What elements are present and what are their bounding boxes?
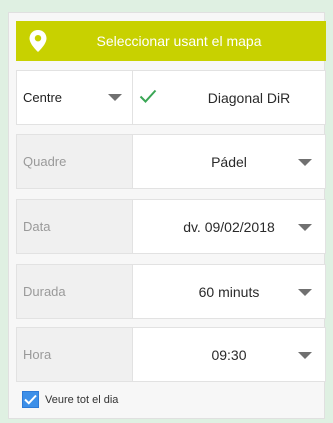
select-on-map-label: Seleccionar usant el mapa [96,33,262,49]
duration-row: Durada 60 minuts [16,264,326,319]
chevron-down-icon [298,224,312,231]
time-value: 09:30 [211,346,247,363]
show-all-day-checkbox[interactable] [22,391,39,408]
chevron-down-icon [108,94,122,101]
duration-dropdown[interactable]: 60 minuts [133,264,326,319]
court-value: Pádel [211,153,247,170]
chevron-down-icon [298,159,312,166]
date-dropdown[interactable]: dv. 09/02/2018 [133,199,326,254]
court-row: Quadre Pádel [16,134,326,189]
time-label: Hora [16,327,133,382]
chevron-down-icon [298,352,312,359]
court-label: Quadre [16,134,133,189]
time-dropdown[interactable]: 09:30 [133,327,326,382]
date-label: Data [16,199,133,254]
centre-value: Diagonal DiR [207,89,291,106]
show-all-day-option[interactable]: Veure tot el dia [22,391,118,408]
centre-label: Centre [23,90,63,105]
show-all-day-label: Veure tot el dia [45,393,119,406]
check-icon [139,89,157,103]
time-row: Hora 09:30 [16,327,326,382]
select-on-map-button[interactable]: Seleccionar usant el mapa [16,21,326,61]
date-value: dv. 09/02/2018 [183,218,275,235]
centre-row: Centre Diagonal DiR [16,70,326,125]
location-pin-icon [29,30,47,52]
date-row: Data dv. 09/02/2018 [16,199,326,254]
centre-selector[interactable]: Centre [16,70,133,125]
duration-label: Durada [16,264,133,319]
chevron-down-icon [298,289,312,296]
centre-value-field[interactable]: Diagonal DiR [133,70,326,125]
checkmark-icon [24,394,37,405]
duration-value: 60 minuts [198,283,260,300]
court-dropdown[interactable]: Pádel [133,134,326,189]
